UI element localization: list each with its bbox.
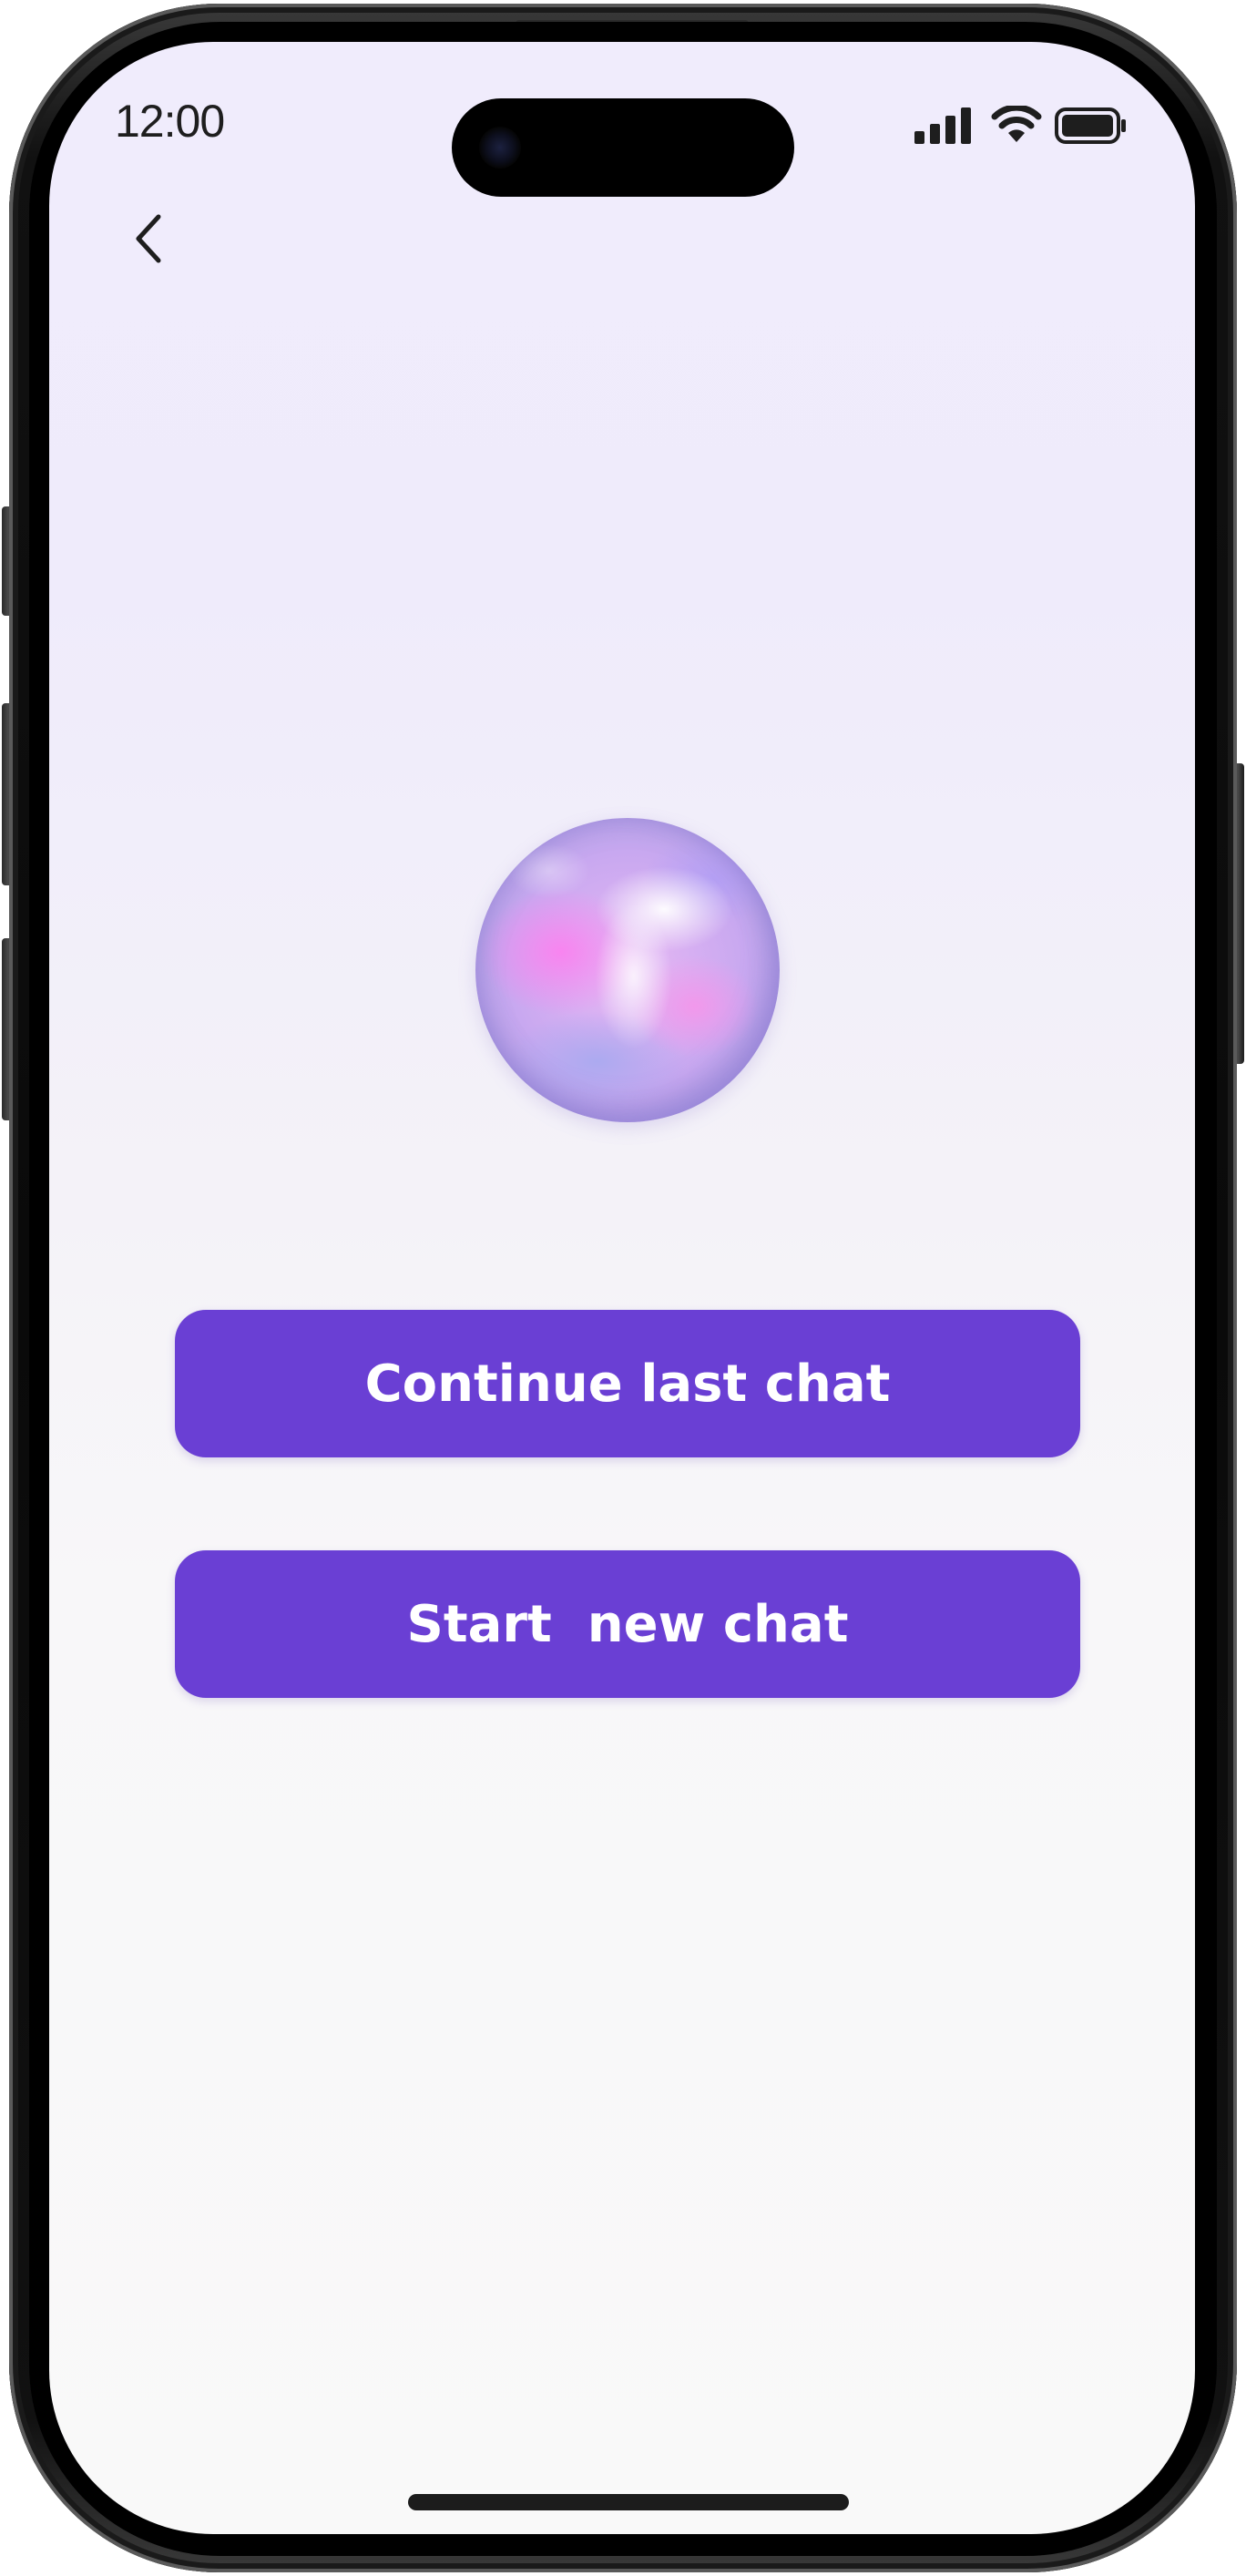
status-icons bbox=[914, 104, 1133, 149]
front-camera bbox=[479, 127, 521, 169]
signal-icon bbox=[914, 107, 971, 144]
start-new-chat-button[interactable]: Start new chat bbox=[175, 1550, 1080, 1698]
wifi-icon bbox=[991, 106, 1042, 142]
battery-icon bbox=[1055, 107, 1126, 144]
chevron-left-icon bbox=[136, 214, 161, 263]
device-frame: 12:00 Continue last chat Start new chat bbox=[0, 0, 1246, 2576]
dynamic-island bbox=[452, 98, 794, 197]
app-screen: 12:00 Continue last chat Start new chat bbox=[49, 42, 1195, 2534]
back-button[interactable] bbox=[113, 202, 186, 275]
home-indicator[interactable] bbox=[408, 2494, 849, 2510]
status-time: 12:00 bbox=[115, 96, 225, 147]
orb-highlight bbox=[508, 843, 590, 898]
continue-last-chat-button[interactable]: Continue last chat bbox=[175, 1310, 1080, 1457]
assistant-orb bbox=[475, 818, 780, 1122]
